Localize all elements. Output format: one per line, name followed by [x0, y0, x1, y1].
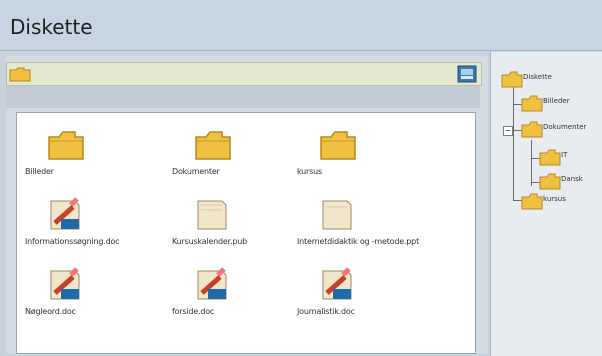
word-document-icon — [322, 267, 352, 300]
file-item[interactable]: Journalistik.doc — [297, 265, 447, 325]
folder-icon — [521, 193, 543, 210]
file-label: Kursuskalender.pub — [172, 237, 247, 246]
file-label: Internetdidaktik og -metode.ppt — [297, 237, 419, 246]
word-document-icon — [50, 267, 80, 300]
file-label: forside.doc — [172, 307, 215, 316]
tree-label: Dokumenter — [543, 123, 587, 131]
tree-connector — [531, 140, 532, 186]
file-label: Journalistik.doc — [297, 307, 355, 316]
folder-icon — [48, 131, 84, 160]
folder-tree-pane: Diskette Billeder − Dokumenter IT Dansk … — [490, 52, 602, 356]
folder-icon — [501, 71, 523, 88]
publisher-document-icon — [197, 200, 227, 230]
folder-icon — [320, 131, 356, 160]
tree-connector — [513, 74, 514, 200]
file-label: kursus — [297, 167, 322, 176]
tree-label: IT — [561, 151, 568, 159]
file-item[interactable]: Nøgleord.doc — [25, 265, 175, 325]
address-toolbar — [6, 62, 482, 86]
tree-label: Billeder — [543, 97, 570, 105]
file-list-pane: Billeder Dokumenter kursus Informationss… — [16, 112, 476, 354]
file-label: Informationssøgning.doc — [25, 237, 120, 246]
tree-label: kursus — [543, 195, 566, 203]
folder-icon — [539, 173, 561, 190]
folder-icon — [521, 121, 543, 138]
tree-label: Diskette — [523, 73, 552, 81]
word-document-icon — [197, 267, 227, 300]
folder-icon — [521, 95, 543, 112]
tree-label: Dansk — [561, 175, 583, 183]
window-title: Diskette — [10, 15, 93, 39]
file-item[interactable]: Billeder — [25, 125, 175, 185]
word-document-icon — [50, 197, 80, 230]
file-label: Billeder — [25, 167, 54, 176]
view-toggle-icon[interactable] — [457, 65, 477, 83]
file-item[interactable]: Internetdidaktik og -metode.ppt — [297, 195, 447, 255]
header-strip — [6, 86, 480, 108]
file-explorer-window: Diskette Billeder Dokumenter kursus Info… — [0, 0, 602, 356]
file-label: Dokumenter — [172, 167, 220, 176]
title-bar: Diskette — [0, 0, 602, 51]
presentation-document-icon — [322, 200, 352, 230]
folder-icon — [539, 149, 561, 166]
file-item[interactable]: kursus — [297, 125, 447, 185]
file-label: Nøgleord.doc — [25, 307, 76, 316]
file-item[interactable]: Informationssøgning.doc — [25, 195, 175, 255]
folder-icon — [195, 131, 231, 160]
tree-expander[interactable]: − — [503, 126, 513, 136]
folder-icon[interactable] — [9, 66, 31, 82]
